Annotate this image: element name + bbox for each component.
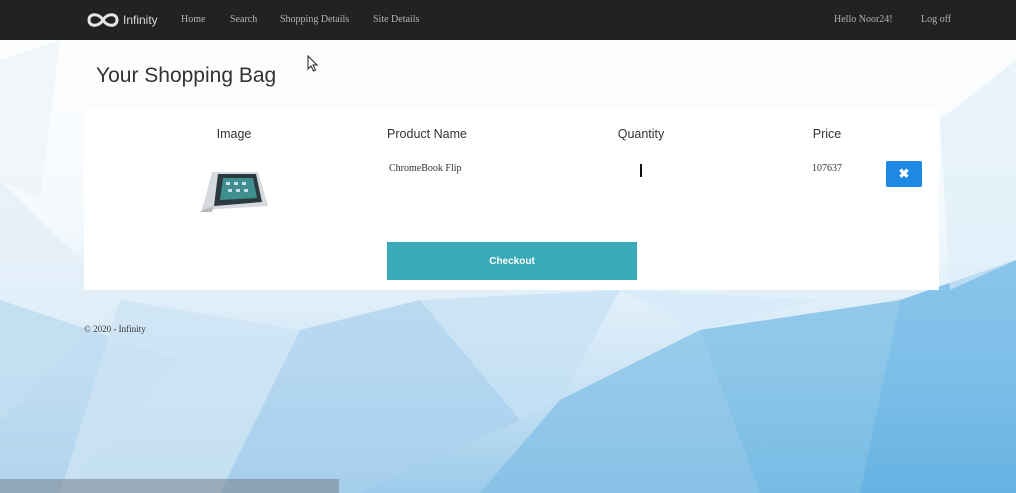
product-image: [198, 166, 272, 219]
column-header-price: Price: [812, 127, 842, 141]
infinity-logo-icon: [87, 13, 119, 27]
quantity-cell: [640, 164, 642, 177]
checkout-button[interactable]: Checkout: [387, 242, 637, 280]
column-header-quantity: Quantity: [617, 127, 665, 141]
laptop-image: [200, 172, 268, 212]
product-name-cell: ChromeBook Flip: [389, 163, 462, 174]
page-title: Your Shopping Bag: [96, 64, 277, 87]
footer-copyright: © 2020 - Infinity: [84, 324, 146, 334]
nav-shopping-details-link[interactable]: Shopping Details: [280, 14, 349, 25]
mouse-cursor-icon: [307, 55, 319, 72]
brand-logo-link[interactable]: Infinity: [86, 9, 158, 31]
nav-search-link[interactable]: Search: [230, 14, 257, 25]
logout-link[interactable]: Log off: [921, 14, 951, 25]
nav-home-link[interactable]: Home: [181, 14, 205, 25]
column-header-image: Image: [216, 127, 252, 141]
price-cell: 107637: [812, 163, 842, 174]
nav-site-details-link[interactable]: Site Details: [373, 14, 419, 25]
browser-status-bar: [0, 479, 339, 493]
user-greeting-link[interactable]: Hello Noor24!: [834, 14, 893, 25]
top-navbar: Infinity Home Search Shopping Details Si…: [0, 0, 1016, 40]
column-header-product-name: Product Name: [387, 127, 467, 141]
remove-item-button[interactable]: ✖: [886, 161, 922, 187]
brand-name: Infinity: [123, 13, 158, 27]
close-icon: ✖: [898, 166, 910, 181]
